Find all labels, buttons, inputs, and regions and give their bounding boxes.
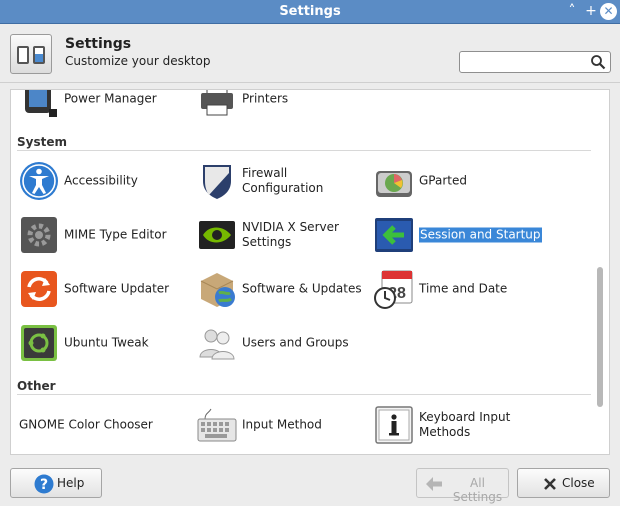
item-users-and-groups[interactable]: Users and Groups bbox=[197, 321, 372, 365]
svg-text:?: ? bbox=[40, 477, 48, 493]
users-groups-icon bbox=[199, 329, 235, 360]
section-title-system: System bbox=[17, 135, 67, 149]
close-button[interactable]: Close bbox=[517, 468, 610, 498]
search-box[interactable] bbox=[459, 51, 611, 73]
help-icon: ? bbox=[34, 474, 54, 494]
arrow-left-icon bbox=[426, 477, 442, 491]
item-accessibility[interactable]: Accessibility bbox=[19, 159, 189, 203]
item-firewall-configuration[interactable]: Firewall Configuration bbox=[197, 159, 372, 203]
mime-editor-icon bbox=[21, 217, 57, 253]
info-icon bbox=[375, 406, 413, 444]
printer-icon bbox=[201, 90, 233, 116]
help-button[interactable]: ? Help bbox=[10, 468, 102, 498]
section-divider bbox=[17, 394, 591, 395]
scrollbar-thumb[interactable] bbox=[597, 267, 603, 407]
accessibility-icon bbox=[20, 162, 58, 200]
item-software-and-updates[interactable]: Software & Updates bbox=[197, 267, 372, 311]
software-updater-icon bbox=[21, 271, 57, 307]
section-divider bbox=[17, 150, 591, 151]
nvidia-icon bbox=[199, 221, 235, 249]
item-input-method[interactable]: Input Method bbox=[197, 403, 367, 447]
search-icon[interactable] bbox=[590, 54, 606, 70]
search-input[interactable] bbox=[464, 53, 589, 71]
close-icon bbox=[544, 478, 556, 490]
settings-app-icon bbox=[10, 34, 52, 74]
item-power-manager[interactable]: Power Manager bbox=[19, 90, 189, 121]
maximize-icon[interactable]: + bbox=[583, 3, 599, 19]
firewall-icon bbox=[203, 165, 231, 199]
close-window-icon[interactable]: ✕ bbox=[600, 3, 617, 20]
time-date-icon: 28 bbox=[374, 270, 413, 309]
item-time-and-date[interactable]: 28 Time and Date bbox=[374, 267, 544, 311]
item-gparted[interactable]: GParted bbox=[374, 159, 544, 203]
power-manager-icon bbox=[25, 90, 57, 117]
footer: ? Help All Settings Close bbox=[0, 460, 620, 506]
gparted-icon bbox=[376, 171, 412, 197]
scrollbar[interactable] bbox=[596, 89, 604, 455]
item-session-and-startup[interactable]: Session and Startup bbox=[374, 213, 549, 257]
item-gnome-color-chooser[interactable]: GNOME Color Chooser bbox=[19, 403, 189, 447]
page-subtitle: Customize your desktop bbox=[65, 54, 211, 68]
keyboard-icon bbox=[197, 408, 237, 442]
selected-label: Session and Startup bbox=[419, 227, 542, 243]
window-titlebar[interactable]: Settings ˄ + ✕ bbox=[0, 0, 620, 24]
item-keyboard-input-methods[interactable]: Keyboard Input Methods bbox=[374, 403, 544, 447]
ubuntu-tweak-icon bbox=[21, 325, 57, 361]
software-updates-icon bbox=[200, 273, 235, 307]
window-title: Settings bbox=[279, 4, 341, 19]
all-settings-button[interactable]: All Settings bbox=[416, 468, 509, 504]
item-mime-type-editor[interactable]: MIME Type Editor bbox=[19, 213, 189, 257]
settings-grid[interactable]: Power Manager Printers System Accessibil… bbox=[10, 89, 610, 455]
item-ubuntu-tweak[interactable]: Ubuntu Tweak bbox=[19, 321, 189, 365]
minimize-icon[interactable]: ˄ bbox=[564, 3, 580, 19]
session-startup-icon bbox=[375, 218, 413, 252]
page-title: Settings bbox=[65, 36, 132, 52]
header: Settings Customize your desktop bbox=[0, 25, 620, 83]
item-printers[interactable]: Printers bbox=[197, 90, 367, 121]
item-software-updater[interactable]: Software Updater bbox=[19, 267, 189, 311]
section-title-other: Other bbox=[17, 379, 56, 393]
item-nvidia-settings[interactable]: NVIDIA X Server Settings bbox=[197, 213, 372, 257]
